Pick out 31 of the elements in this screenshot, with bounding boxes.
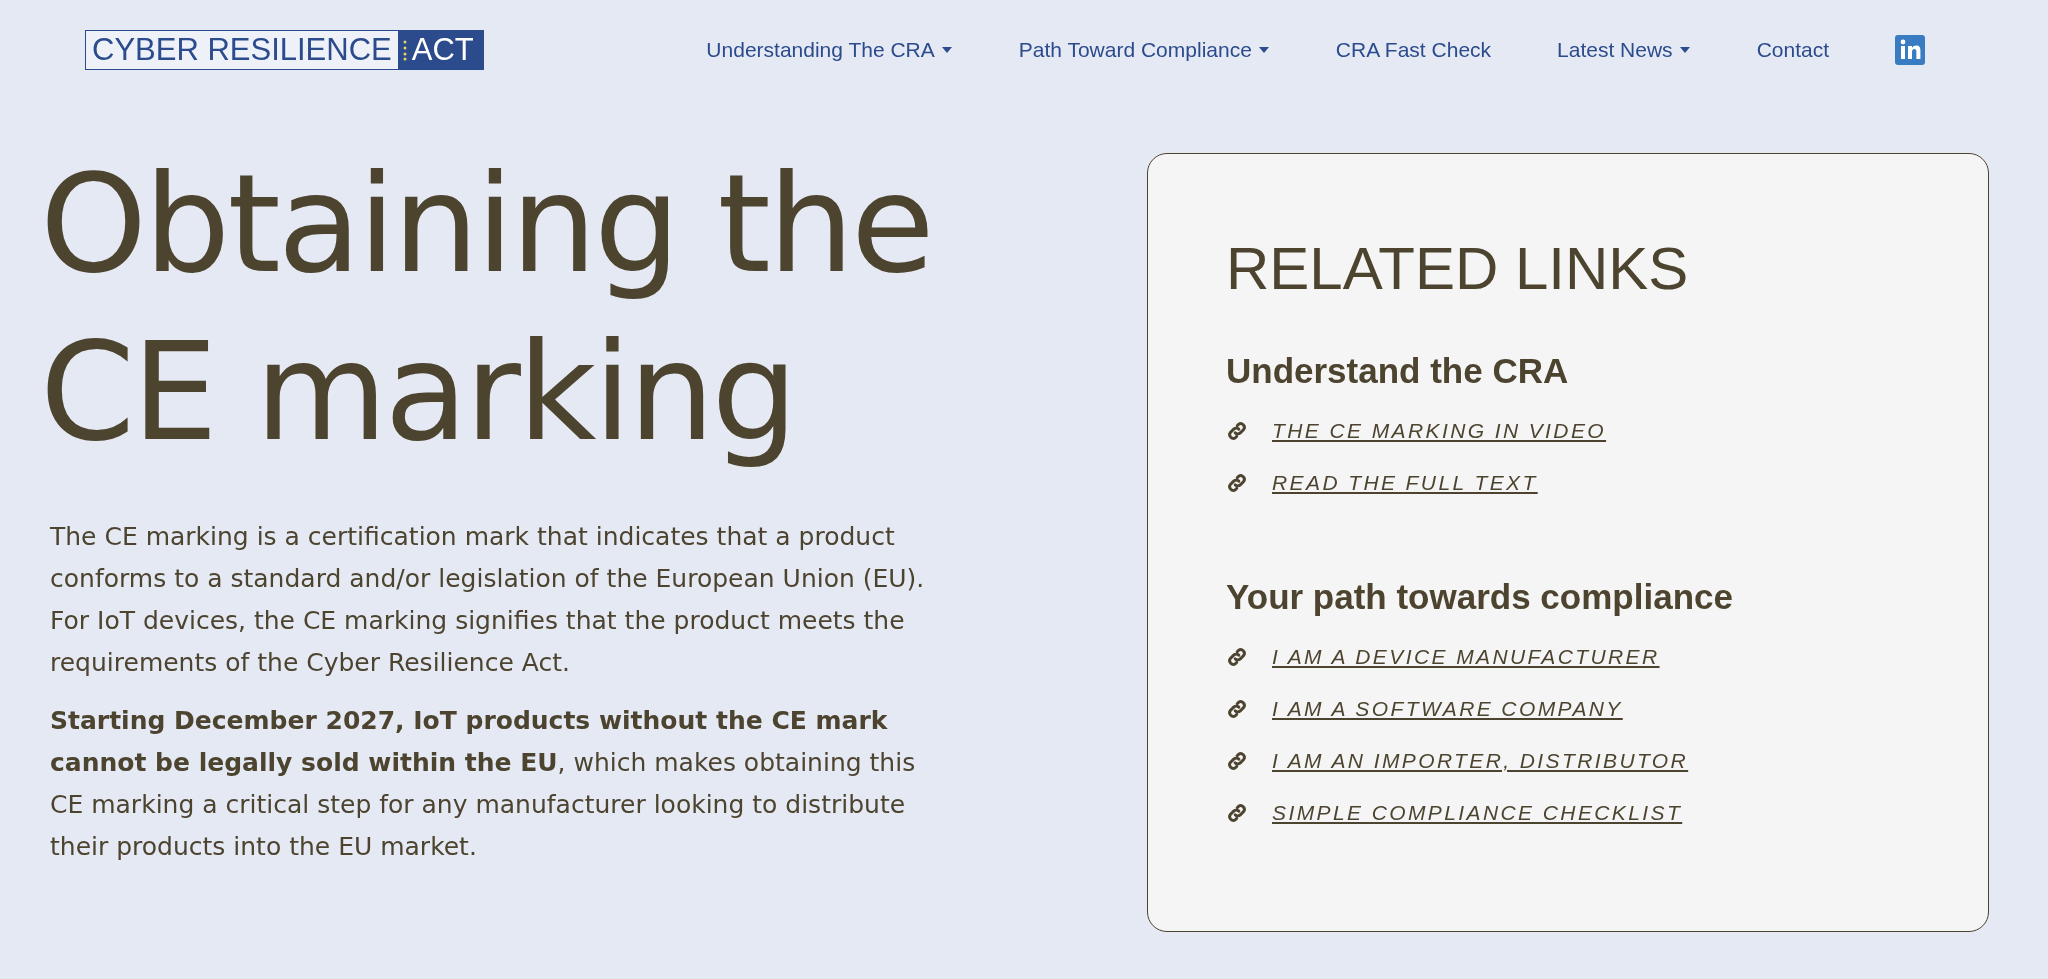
section-heading: Your path towards compliance bbox=[1226, 577, 1734, 617]
page-title: CE marking bbox=[40, 312, 796, 473]
caret-icon bbox=[940, 46, 953, 54]
nav-link[interactable]: Path Toward Compliance bbox=[1018, 38, 1270, 62]
caret-icon bbox=[1678, 46, 1691, 54]
page-title: Obtaining the bbox=[40, 144, 933, 305]
link-icon bbox=[1226, 802, 1248, 824]
related-link[interactable]: READ THE FULL TEXT bbox=[1272, 471, 1538, 495]
related-link[interactable]: THE CE MARKING IN VIDEO bbox=[1272, 419, 1607, 443]
paragraph: The CE marking is a certification mark that indicates that a product conforms to a standard and/or legislation of the European Union (EU). For IoT devices, the CE marking signifies that the product meets the requirements of the Cyber Resilience Act. bbox=[50, 521, 926, 679]
related-link[interactable]: I AM A DEVICE MANUFACTURER bbox=[1272, 645, 1660, 669]
nav-link[interactable]: Understanding The CRA bbox=[706, 38, 953, 62]
stars-icon bbox=[401, 39, 408, 61]
related-link[interactable]: I AM AN IMPORTER, DISTRIBUTOR bbox=[1272, 749, 1689, 773]
card-title: RELATED LINKS bbox=[1226, 234, 1690, 303]
related-link[interactable]: SIMPLE COMPLIANCE CHECKLIST bbox=[1272, 801, 1683, 825]
linkedin-icon[interactable] bbox=[1895, 35, 1925, 65]
link-icon bbox=[1226, 646, 1248, 668]
link-icon bbox=[1226, 420, 1248, 442]
nav-link[interactable]: Latest News bbox=[1557, 38, 1691, 62]
nav-link[interactable]: Contact bbox=[1756, 38, 1829, 62]
paragraph: Starting December 2027, IoT products without the CE mark cannot be legally sold within the EU, which makes obtaining this CE marking a critical step for any manufacturer looking to distribute their products into the EU market. bbox=[50, 705, 917, 863]
nav-link[interactable]: CRA Fast Check bbox=[1335, 38, 1492, 62]
link-icon bbox=[1226, 472, 1248, 494]
related-link[interactable]: I AM A SOFTWARE COMPANY bbox=[1272, 697, 1623, 721]
caret-icon bbox=[1257, 46, 1270, 54]
section-heading: Understand the CRA bbox=[1226, 351, 1570, 391]
link-icon bbox=[1226, 750, 1248, 772]
link-icon bbox=[1226, 698, 1248, 720]
logo-text[interactable]: CYBER RESILIENCE bbox=[85, 30, 398, 70]
logo-badge[interactable]: ACT bbox=[397, 30, 484, 70]
